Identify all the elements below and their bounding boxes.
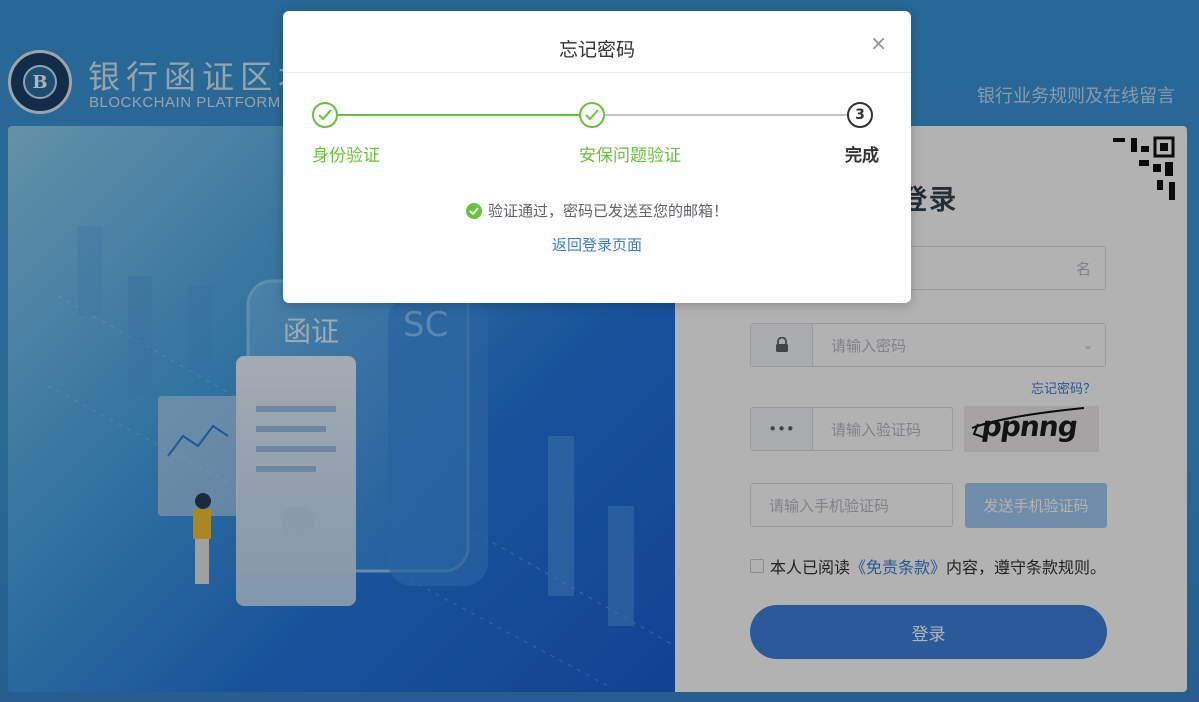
check-circle-icon: [465, 202, 482, 219]
step-1-label: 身份验证: [312, 146, 380, 166]
step-line-1: [338, 114, 593, 116]
step-3-label: 完成: [845, 146, 879, 166]
step-line-2: [605, 114, 847, 116]
step-1-check-icon: [312, 102, 338, 128]
forgot-password-dialog: 忘记密码 × 身份验证 安保问题验证 3 完成 验证通过，密码已发送至您的邮箱！…: [283, 11, 911, 303]
back-to-login-link[interactable]: 返回登录页面: [283, 234, 911, 255]
step-2-label: 安保问题验证: [579, 146, 681, 166]
step-2-check-icon: [579, 102, 605, 128]
step-3-number: 3: [847, 102, 873, 128]
success-text: 验证通过，密码已发送至您的邮箱！: [487, 202, 728, 220]
steps-progress: 身份验证 安保问题验证 3 完成: [283, 11, 911, 191]
success-message: 验证通过，密码已发送至您的邮箱！: [283, 200, 911, 221]
